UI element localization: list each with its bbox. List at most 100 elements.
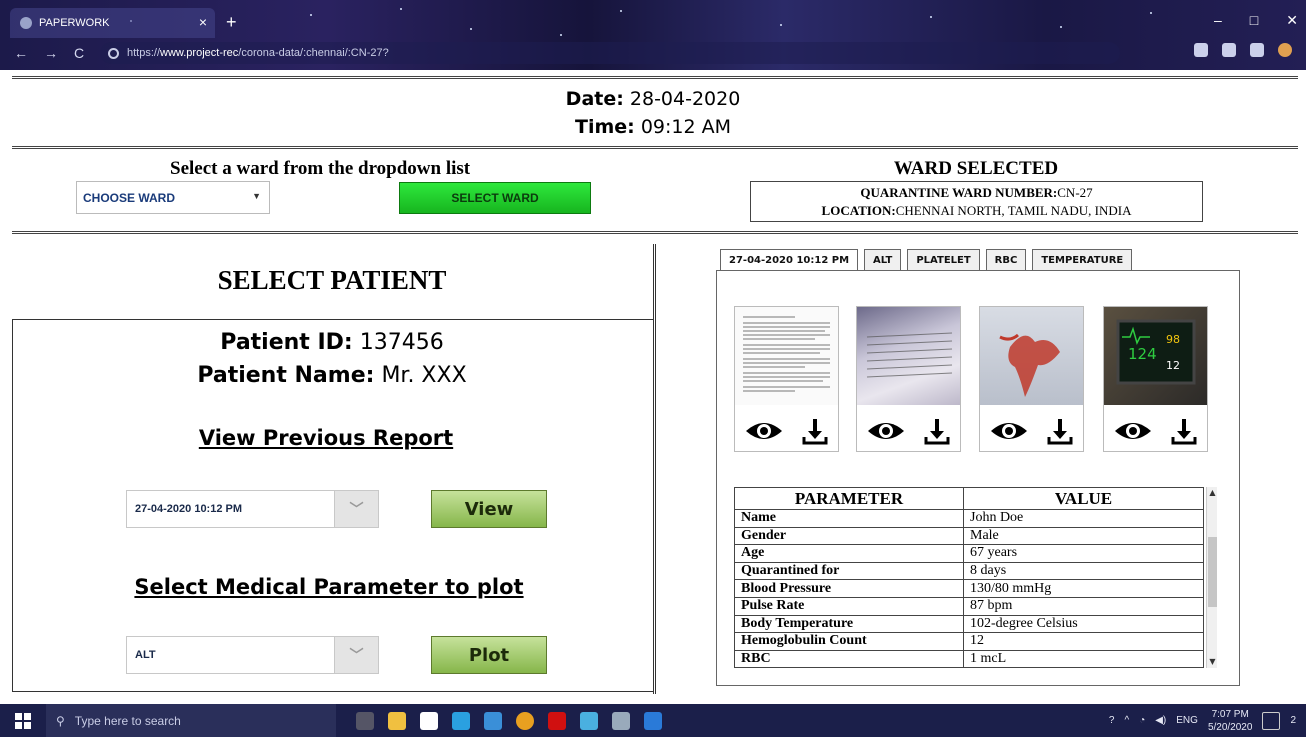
minimize-icon[interactable]: – bbox=[1214, 12, 1222, 29]
prescription-thumbnail[interactable] bbox=[857, 307, 960, 405]
patient-name: Patient Name: Mr. XXX bbox=[12, 363, 652, 388]
extension-icon[interactable] bbox=[1250, 43, 1264, 57]
maximize-icon[interactable]: □ bbox=[1250, 12, 1258, 29]
parameter-select[interactable]: ALT ﹀ bbox=[126, 636, 379, 674]
lock-icon bbox=[108, 47, 119, 59]
document-actions bbox=[735, 411, 838, 451]
download-icon[interactable] bbox=[1047, 417, 1073, 445]
eye-icon[interactable] bbox=[1114, 420, 1152, 442]
back-icon[interactable]: ← bbox=[14, 45, 28, 61]
browser-nav: ← → C bbox=[14, 45, 84, 61]
table-row: Body Temperature 102-degree Celsius bbox=[734, 614, 1204, 634]
parameter-value-cell: Male bbox=[963, 526, 1204, 546]
app-icon[interactable] bbox=[580, 711, 598, 730]
select-ward-button[interactable]: SELECT WARD bbox=[399, 182, 591, 214]
taskbar-search[interactable]: ⚲ Type here to search bbox=[46, 704, 336, 737]
download-icon[interactable] bbox=[924, 417, 950, 445]
browser-chrome: PAPERWORK × + – □ ✕ ← → C https:// www.p… bbox=[0, 0, 1306, 70]
scroll-thumb[interactable] bbox=[1208, 537, 1217, 607]
extensions-area bbox=[1194, 43, 1292, 57]
chevron-down-icon[interactable]: ﹀ bbox=[334, 491, 378, 527]
plot-button[interactable]: Plot bbox=[431, 636, 547, 674]
scroll-down-icon[interactable]: ▼ bbox=[1207, 656, 1218, 668]
app-icon[interactable] bbox=[452, 711, 470, 730]
app-icon[interactable] bbox=[612, 711, 630, 730]
parameter-value-cell: John Doe bbox=[963, 509, 1204, 528]
eye-icon[interactable] bbox=[990, 420, 1028, 442]
close-window-icon[interactable]: ✕ bbox=[1286, 12, 1298, 29]
report-date-select[interactable]: 27-04-2020 10:12 PM ﹀ bbox=[126, 490, 379, 528]
chevron-down-icon[interactable]: ﹀ bbox=[334, 637, 378, 673]
report-date-value: 27-04-2020 10:12 PM bbox=[135, 503, 243, 515]
notification-icon[interactable] bbox=[1262, 711, 1281, 730]
wifi-icon[interactable]: ◔ bbox=[1139, 715, 1145, 726]
help-icon[interactable]: ? bbox=[1109, 715, 1115, 726]
pocket-icon[interactable] bbox=[1194, 43, 1208, 57]
clock-date: 5/20/2020 bbox=[1207, 721, 1253, 733]
tab-platelet[interactable]: PLATELET bbox=[907, 249, 980, 270]
table-scrollbar[interactable]: ▲ ▼ bbox=[1206, 487, 1217, 668]
tab-alt[interactable]: ALT bbox=[864, 249, 902, 270]
chevron-down-icon: ▼ bbox=[252, 191, 261, 201]
xray-thumbnail[interactable] bbox=[980, 307, 1083, 405]
download-icon[interactable] bbox=[1171, 417, 1197, 445]
parameter-value: ALT bbox=[135, 649, 156, 661]
column-header: VALUE bbox=[963, 487, 1204, 510]
netflix-icon[interactable] bbox=[548, 711, 566, 730]
parameter-value-cell: 8 days bbox=[963, 561, 1204, 581]
address-bar[interactable]: https:// www.project-rec /corona-data/:c… bbox=[100, 42, 1120, 64]
patient-name-value: Mr. XXX bbox=[381, 363, 467, 388]
document-card: 124 98 12 bbox=[1103, 306, 1208, 452]
table-row: Name John Doe bbox=[734, 509, 1204, 528]
volume-icon[interactable]: ◀) bbox=[1155, 715, 1166, 726]
tab-report-date[interactable]: 27-04-2020 10:12 PM bbox=[720, 249, 859, 270]
store-icon[interactable] bbox=[420, 711, 438, 730]
parameter-name-cell: Blood Pressure bbox=[734, 579, 964, 598]
new-tab-button[interactable]: + bbox=[226, 12, 237, 33]
table-row: Hemoglobulin Count 12 bbox=[734, 632, 1204, 651]
parameter-value-cell: 102-degree Celsius bbox=[963, 614, 1204, 634]
parameter-table: PARAMETER VALUE Name John Doe Gender Male Ag… bbox=[734, 487, 1204, 669]
tab-temperature[interactable]: TEMPERATURE bbox=[1032, 249, 1133, 270]
extension-icon[interactable] bbox=[1222, 43, 1236, 57]
windows-logo-icon bbox=[15, 712, 31, 729]
eye-icon[interactable] bbox=[745, 420, 783, 442]
task-view-icon[interactable] bbox=[356, 711, 374, 730]
vscode-icon[interactable] bbox=[644, 711, 662, 730]
view-button[interactable]: View bbox=[431, 490, 547, 528]
chrome-icon[interactable] bbox=[516, 711, 534, 730]
windows-start-button[interactable] bbox=[0, 704, 46, 737]
ward-dropdown[interactable]: CHOOSE WARD ▼ bbox=[76, 181, 270, 214]
tab-title: PAPERWORK bbox=[39, 17, 110, 29]
scroll-up-icon[interactable]: ▲ bbox=[1207, 487, 1218, 499]
vitals-monitor-thumbnail[interactable]: 124 98 12 bbox=[1104, 307, 1207, 405]
window-controls: – □ ✕ bbox=[1214, 12, 1298, 29]
report-tabs: 27-04-2020 10:12 PM ALT PLATELET RBC TEM… bbox=[720, 249, 1133, 270]
file-explorer-icon[interactable] bbox=[388, 711, 406, 730]
forward-icon[interactable]: → bbox=[44, 45, 58, 61]
windows-taskbar: ⚲ Type here to search ? ^ ◔ ◀) ENG 7:07 … bbox=[0, 704, 1306, 737]
tab-rbc[interactable]: RBC bbox=[985, 249, 1027, 270]
mail-icon[interactable] bbox=[484, 711, 502, 730]
date-label: Date: bbox=[565, 88, 624, 110]
download-icon[interactable] bbox=[802, 417, 828, 445]
browser-tab[interactable]: PAPERWORK × bbox=[10, 8, 215, 38]
clock[interactable]: 7:07 PM 5/20/2020 bbox=[1208, 708, 1253, 734]
parameter-name-cell: Body Temperature bbox=[734, 614, 964, 634]
lab-report-thumbnail[interactable] bbox=[735, 307, 838, 405]
ward-number-value: CN-27 bbox=[1057, 185, 1093, 200]
chevron-up-icon[interactable]: ^ bbox=[1124, 715, 1129, 726]
search-placeholder: Type here to search bbox=[74, 713, 181, 728]
parameter-name-cell: RBC bbox=[734, 649, 964, 669]
parameter-name-cell: Pulse Rate bbox=[734, 596, 964, 616]
ward-prompt: Select a ward from the dropdown list bbox=[170, 158, 471, 179]
document-card bbox=[979, 306, 1084, 452]
ward-selected-title: WARD SELECTED bbox=[893, 158, 1059, 179]
parameter-value-cell: 67 years bbox=[963, 544, 1204, 563]
profile-avatar[interactable] bbox=[1278, 43, 1292, 57]
eye-icon[interactable] bbox=[867, 420, 905, 442]
reload-icon[interactable]: C bbox=[74, 45, 84, 61]
close-tab-icon[interactable]: × bbox=[199, 14, 207, 30]
language-indicator[interactable]: ENG bbox=[1176, 715, 1198, 726]
view-previous-report-heading: View Previous Report bbox=[198, 426, 454, 450]
